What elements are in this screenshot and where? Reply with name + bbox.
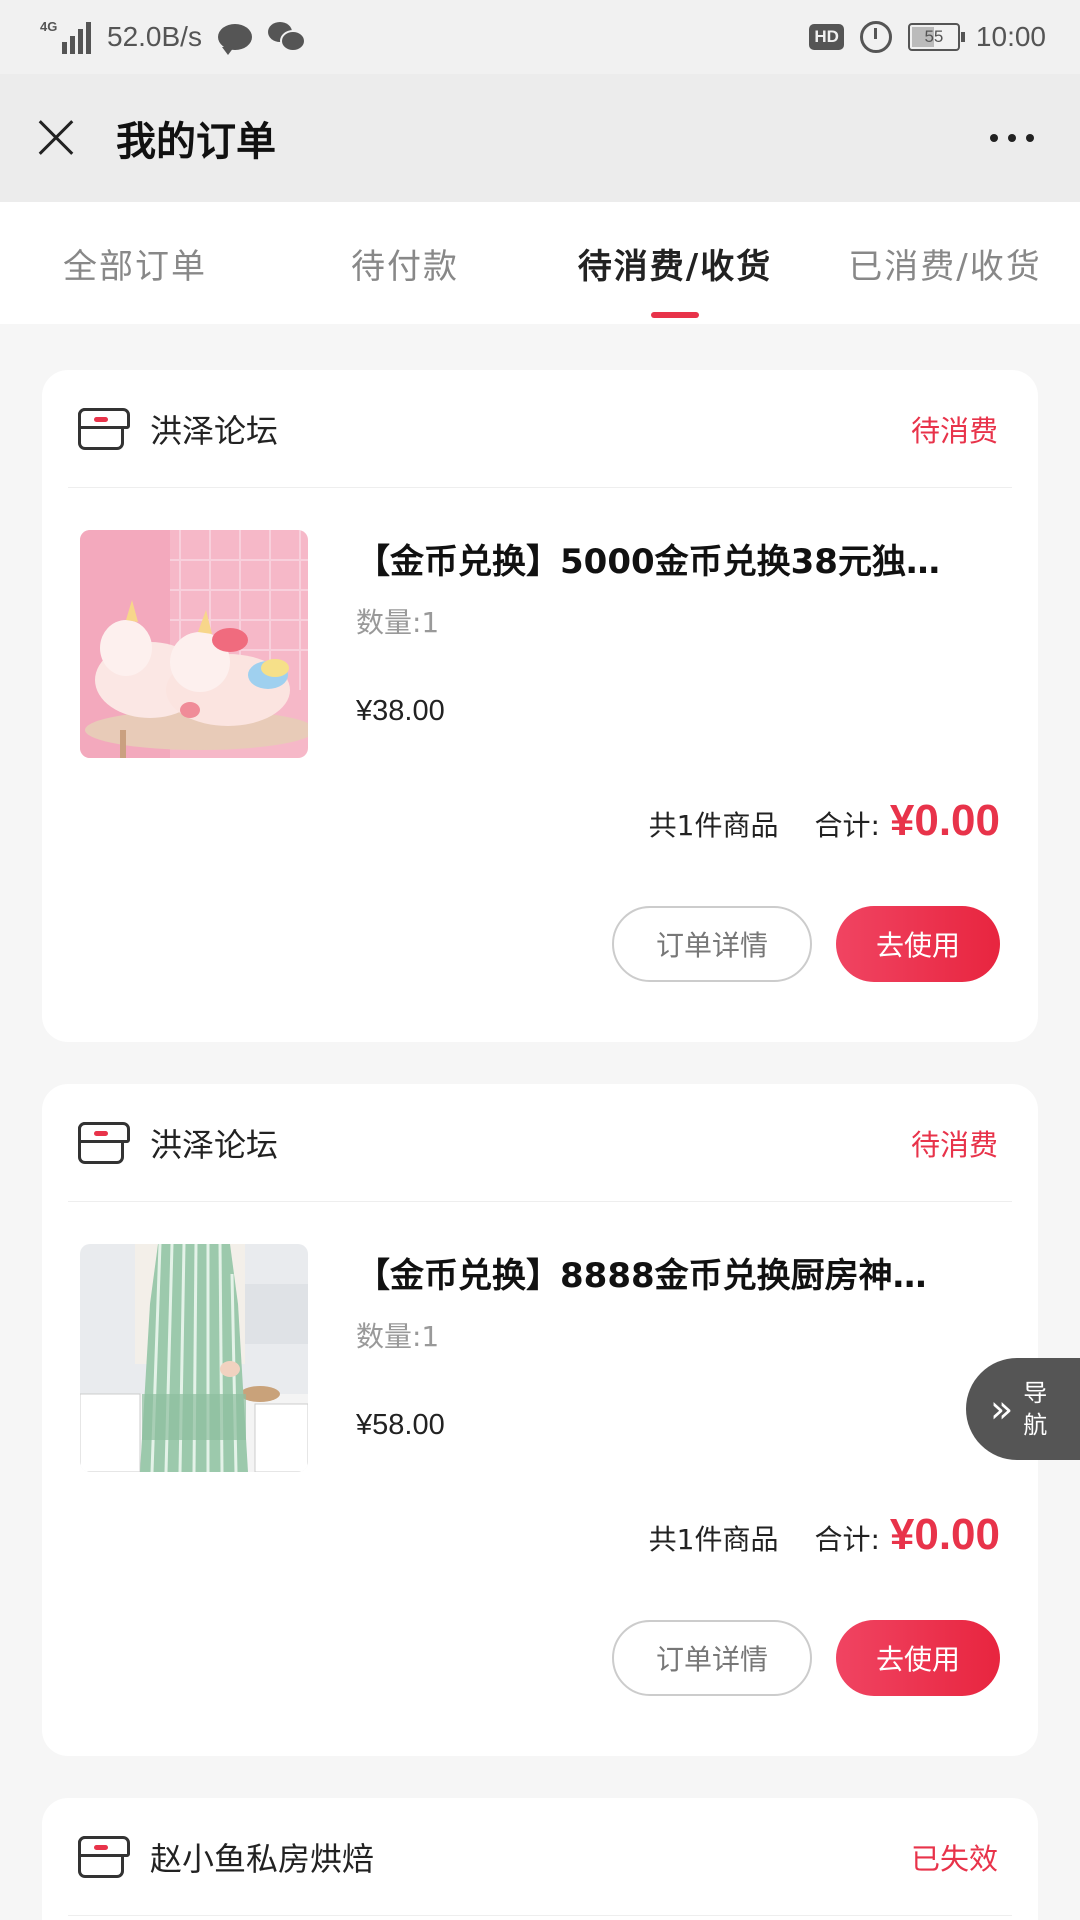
shop-icon: [78, 1835, 130, 1878]
total-amount: ¥0.00: [889, 796, 1000, 845]
product-name[interactable]: 【金币兑换】8888金币兑换厨房神…: [356, 1248, 976, 1297]
order-detail-button[interactable]: 订单详情: [612, 1620, 812, 1696]
use-button[interactable]: 去使用: [836, 1620, 1000, 1696]
status-bar-right: HD 55 10:00: [809, 21, 1046, 53]
total-label: 合计:: [814, 809, 880, 842]
product-image-apron[interactable]: [80, 1244, 308, 1472]
order-item[interactable]: 【金币兑换】8888金币兑换厨房神… 数量:1 ¥58.00: [68, 1202, 1012, 1472]
order-item-info: 【金币兑换】5000金币兑换38元独… 数量:1 ¥38.00: [356, 530, 1012, 758]
product-price: ¥38.00: [356, 695, 445, 727]
order-card: 赵小鱼私房烘焙 已失效: [42, 1798, 1038, 1920]
order-card-header: 洪泽论坛 待消费: [68, 370, 1012, 488]
alarm-icon: [859, 21, 892, 53]
order-actions: 订单详情 去使用: [68, 1620, 1012, 1696]
tab-pending-payment[interactable]: 待付款: [270, 202, 540, 324]
total-label: 合计:: [814, 1523, 880, 1556]
order-item[interactable]: 【金币兑换】5000金币兑换38元独… 数量:1 ¥38.00: [68, 488, 1012, 758]
message-icon: [217, 24, 252, 55]
shop-icon: [78, 407, 130, 450]
product-quantity: 数量:1: [356, 606, 440, 639]
product-quantity: 数量:1: [356, 1320, 440, 1353]
battery-icon: 55: [907, 23, 965, 51]
item-count: 共1件商品: [648, 809, 779, 842]
signal-icon: 4G: [40, 20, 91, 54]
order-tabs: 全部订单 待付款 待消费/收货 已消费/收货: [0, 202, 1080, 324]
network-type: 4G: [40, 19, 58, 34]
order-status: 待消费: [910, 1127, 998, 1162]
order-status: 已失效: [910, 1841, 998, 1876]
order-actions: 订单详情 去使用: [68, 906, 1012, 982]
tab-completed[interactable]: 已消费/收货: [810, 202, 1080, 324]
shop-name[interactable]: 洪泽论坛: [150, 406, 278, 452]
app-header: 我的订单: [0, 74, 1080, 202]
shop-name[interactable]: 赵小鱼私房烘焙: [150, 1834, 374, 1880]
shop-name[interactable]: 洪泽论坛: [150, 1120, 278, 1166]
status-bar: 4G 52.0B/s HD 55 10:00: [0, 0, 1080, 74]
page-title: 我的订单: [116, 119, 276, 165]
product-name[interactable]: 【金币兑换】5000金币兑换38元独…: [356, 534, 976, 583]
order-card: 洪泽论坛 待消费: [42, 1084, 1038, 1756]
order-item-info: 【金币兑换】8888金币兑换厨房神… 数量:1 ¥58.00: [356, 1244, 1012, 1472]
network-speed: 52.0B/s: [107, 21, 202, 52]
floating-nav-button[interactable]: » 导航: [966, 1358, 1080, 1460]
more-options-icon[interactable]: [980, 124, 1044, 152]
shop-icon: [78, 1121, 130, 1164]
status-bar-left: 4G 52.0B/s: [40, 20, 306, 55]
order-card: 洪泽论坛 待消费: [42, 370, 1038, 1042]
clock: 10:00: [975, 21, 1046, 52]
product-price: ¥58.00: [356, 1409, 445, 1441]
order-card-header: 赵小鱼私房烘焙 已失效: [68, 1798, 1012, 1916]
tab-all-orders[interactable]: 全部订单: [0, 202, 270, 324]
wechat-icon: [267, 22, 306, 52]
item-count: 共1件商品: [648, 1523, 779, 1556]
order-status: 待消费: [910, 413, 998, 448]
order-summary: 共1件商品 合计: ¥0.00: [68, 1510, 1012, 1560]
order-list: 洪泽论坛 待消费 【金币兑换】5000金币兑换38元独… 数量:1 ¥38.00…: [42, 370, 1038, 1920]
floating-nav-label: 导航: [1023, 1379, 1048, 1439]
hd-icon: HD: [809, 24, 844, 50]
close-icon[interactable]: [36, 118, 76, 158]
double-chevron-right-icon: »: [990, 1387, 1014, 1431]
order-summary: 共1件商品 合计: ¥0.00: [68, 796, 1012, 846]
order-card-header: 洪泽论坛 待消费: [68, 1084, 1012, 1202]
battery-level: 55: [924, 27, 944, 46]
total-amount: ¥0.00: [889, 1510, 1000, 1559]
use-button[interactable]: 去使用: [836, 906, 1000, 982]
order-detail-button[interactable]: 订单详情: [612, 906, 812, 982]
tab-pending-use[interactable]: 待消费/收货: [540, 202, 810, 324]
product-image-unicorn-plush[interactable]: [80, 530, 308, 758]
